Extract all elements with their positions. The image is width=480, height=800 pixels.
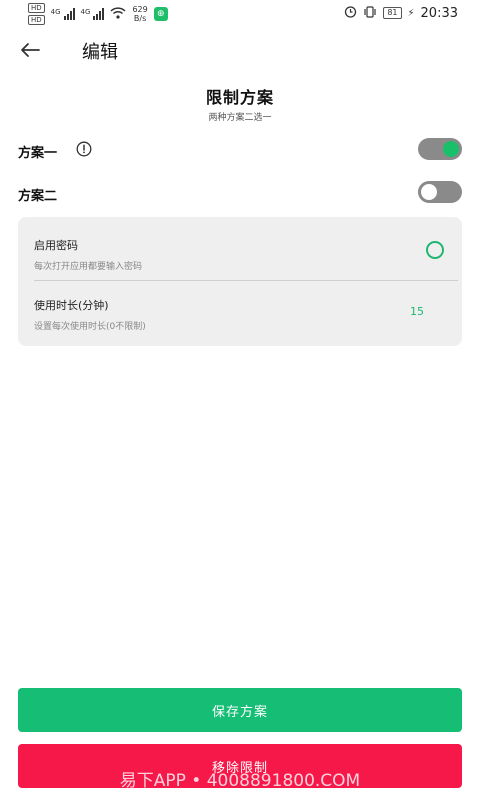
divider: [34, 280, 458, 281]
hd-badge: HD: [28, 3, 45, 13]
save-plan-button[interactable]: 保存方案: [18, 688, 462, 732]
status-right: 81 ⚡ 20:33: [344, 5, 458, 21]
hd-badge: HD: [28, 15, 45, 25]
plan-subtitle: 两种方案二选一: [208, 113, 272, 123]
wifi-icon: [110, 6, 126, 22]
battery-icon: 81: [383, 7, 402, 19]
arrow-left-icon: [20, 42, 40, 62]
network-speed: 629 B/s: [132, 5, 147, 23]
sim1-label: 4G: [50, 8, 61, 16]
plan-option-2-toggle[interactable]: [418, 181, 462, 203]
toggle-knob: [443, 141, 459, 157]
info-circle-icon[interactable]: [76, 141, 92, 157]
page-title: 编辑: [82, 42, 118, 63]
speed-value: 629: [132, 5, 148, 14]
password-setting-desc: 每次打开应用都要输入密码: [34, 262, 143, 272]
plan-option-2: 方案二: [18, 181, 462, 209]
plan-option-2-label: 方案二: [18, 189, 58, 204]
password-setting[interactable]: 启用密码 每次打开应用都要输入密码: [34, 237, 446, 272]
charging-icon: ⚡: [407, 7, 415, 19]
speed-unit: B/s: [133, 14, 147, 23]
duration-setting-title: 使用时长(分钟): [34, 299, 109, 312]
toggle-knob: [421, 184, 437, 200]
vibrate-icon: [363, 5, 377, 21]
plan-heading: 限制方案 两种方案二选一: [0, 84, 480, 123]
status-bar: HD HD 4G 4G 629 B/s ⊕ 81 ⚡ 20:33: [0, 0, 480, 28]
signal-icon: 4G: [51, 8, 75, 20]
duration-setting-desc: 设置每次使用时长(0不限制): [34, 322, 146, 332]
plan-option-1-label: 方案一: [18, 146, 58, 161]
plan-title: 限制方案: [205, 88, 274, 107]
hd-badges: HD HD: [28, 3, 45, 25]
app-header: 编辑: [0, 28, 480, 76]
plan-option-1: 方案一: [18, 138, 462, 166]
plan-option-1-toggle[interactable]: [418, 138, 462, 160]
sim2-label: 4G: [80, 8, 91, 16]
signal-icon: 4G: [81, 8, 105, 20]
alarm-icon: [344, 5, 357, 21]
lock-app-icon: ⊕: [153, 7, 168, 21]
remove-limit-button[interactable]: 移除限制: [18, 744, 462, 788]
settings-card: 启用密码 每次打开应用都要输入密码 使用时长(分钟) 设置每次使用时长(0不限制…: [18, 217, 462, 346]
duration-value[interactable]: 15: [410, 305, 424, 318]
clock: 20:33: [420, 5, 458, 21]
password-radio[interactable]: [426, 241, 444, 259]
status-left: HD HD 4G 4G 629 B/s ⊕: [28, 3, 168, 25]
password-setting-title: 启用密码: [34, 239, 78, 252]
back-button[interactable]: [14, 36, 46, 68]
duration-setting[interactable]: 使用时长(分钟) 设置每次使用时长(0不限制): [34, 297, 446, 332]
